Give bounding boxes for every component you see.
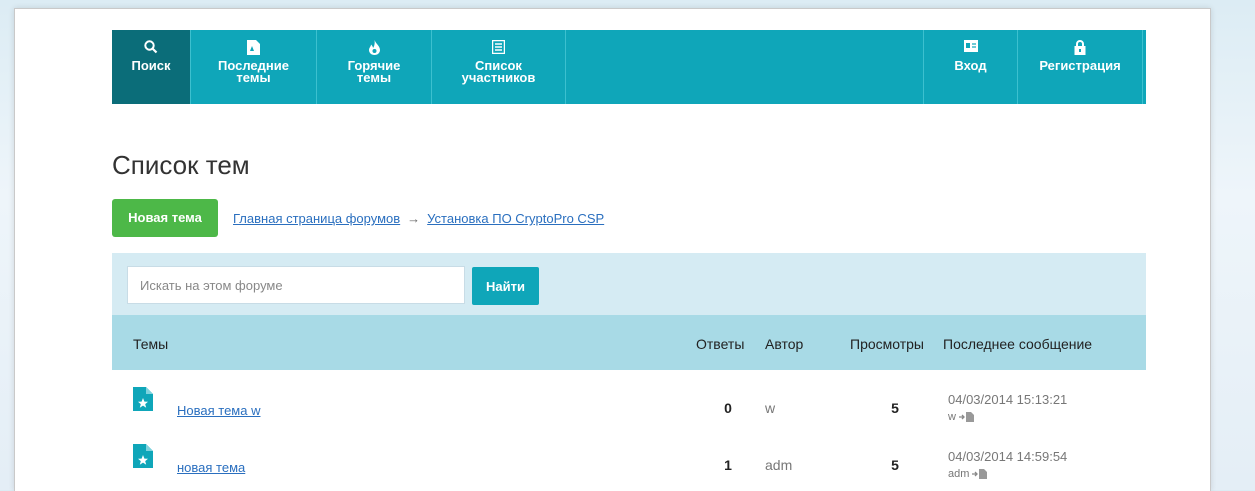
nav-search[interactable]: Поиск: [112, 30, 191, 104]
topic-views: 5: [891, 457, 899, 473]
search-icon: [112, 40, 190, 56]
nav-hot-topics[interactable]: Горячие темы: [317, 30, 432, 104]
header-replies: Ответы: [696, 336, 745, 352]
new-document-icon: [191, 40, 316, 56]
topic-replies: 0: [724, 400, 732, 416]
last-post-date: 04/03/2014 15:13:21: [948, 392, 1068, 407]
nav-members-list[interactable]: Список участников: [432, 30, 566, 104]
last-post-date: 04/03/2014 14:59:54: [948, 449, 1068, 464]
breadcrumb-separator: →: [407, 211, 421, 226]
page-title: Список тем: [112, 150, 250, 180]
breadcrumb-current-forum[interactable]: Установка ПО CryptoPro CSP: [427, 211, 604, 226]
lock-icon: [1018, 40, 1142, 56]
last-post-username: adm: [948, 468, 970, 480]
id-card-icon: [924, 40, 1017, 56]
header-author: Автор: [765, 336, 804, 352]
forum-search-input[interactable]: [127, 266, 465, 304]
nav-search-label: Поиск: [131, 58, 171, 73]
topic-title-link[interactable]: новая тема: [177, 460, 245, 475]
flame-icon: [317, 40, 431, 56]
new-topic-button[interactable]: Новая тема: [112, 199, 218, 237]
nav-register-label: Регистрация: [1039, 58, 1121, 73]
forum-search-button[interactable]: Найти: [472, 267, 539, 305]
header-topics: Темы: [133, 336, 169, 352]
topic-title-link[interactable]: Новая тема w: [177, 403, 260, 418]
nav-latest-label: Последние темы: [218, 58, 289, 85]
nav-register[interactable]: Регистрация: [1018, 30, 1143, 104]
nav-latest-topics[interactable]: Последние темы: [191, 30, 317, 104]
breadcrumb: Главная страница форумов → Установка ПО Cr…: [233, 211, 604, 226]
table-row: новая тема 1 adm 5 04/03/2014 14:59:54 a…: [112, 430, 1146, 490]
topic-author: w: [765, 400, 776, 416]
last-post-user: adm: [948, 468, 988, 480]
go-to-last-post-icon[interactable]: [969, 468, 988, 480]
header-last-post: Последнее сообщение: [943, 336, 1093, 352]
nav-login[interactable]: Вход: [923, 30, 1018, 104]
topic-views: 5: [891, 400, 899, 416]
main-nav: Поиск Последние темы Горячие темы Список…: [112, 30, 1146, 104]
nav-members-label: Список участников: [461, 58, 536, 85]
list-icon: [432, 40, 565, 56]
topic-author: adm: [765, 457, 793, 473]
nav-hot-label: Горячие темы: [347, 58, 401, 85]
header-views: Просмотры: [850, 336, 924, 352]
go-to-last-post-icon[interactable]: [956, 411, 975, 423]
topic-star-document-icon: [133, 444, 153, 471]
forum-search-bar: Найти: [112, 253, 1146, 315]
table-row: Новая тема w 0 w 5 04/03/2014 15:13:21 w: [112, 373, 1146, 433]
topics-table-header: Темы Ответы Автор Просмотры Последнее со…: [112, 315, 1146, 370]
breadcrumb-forum-home[interactable]: Главная страница форумов: [233, 211, 400, 226]
nav-login-label: Вход: [954, 58, 987, 73]
last-post-username: w: [948, 411, 956, 423]
topic-star-document-icon: [133, 387, 153, 414]
topic-replies: 1: [724, 457, 732, 473]
last-post-user: w: [948, 411, 975, 423]
